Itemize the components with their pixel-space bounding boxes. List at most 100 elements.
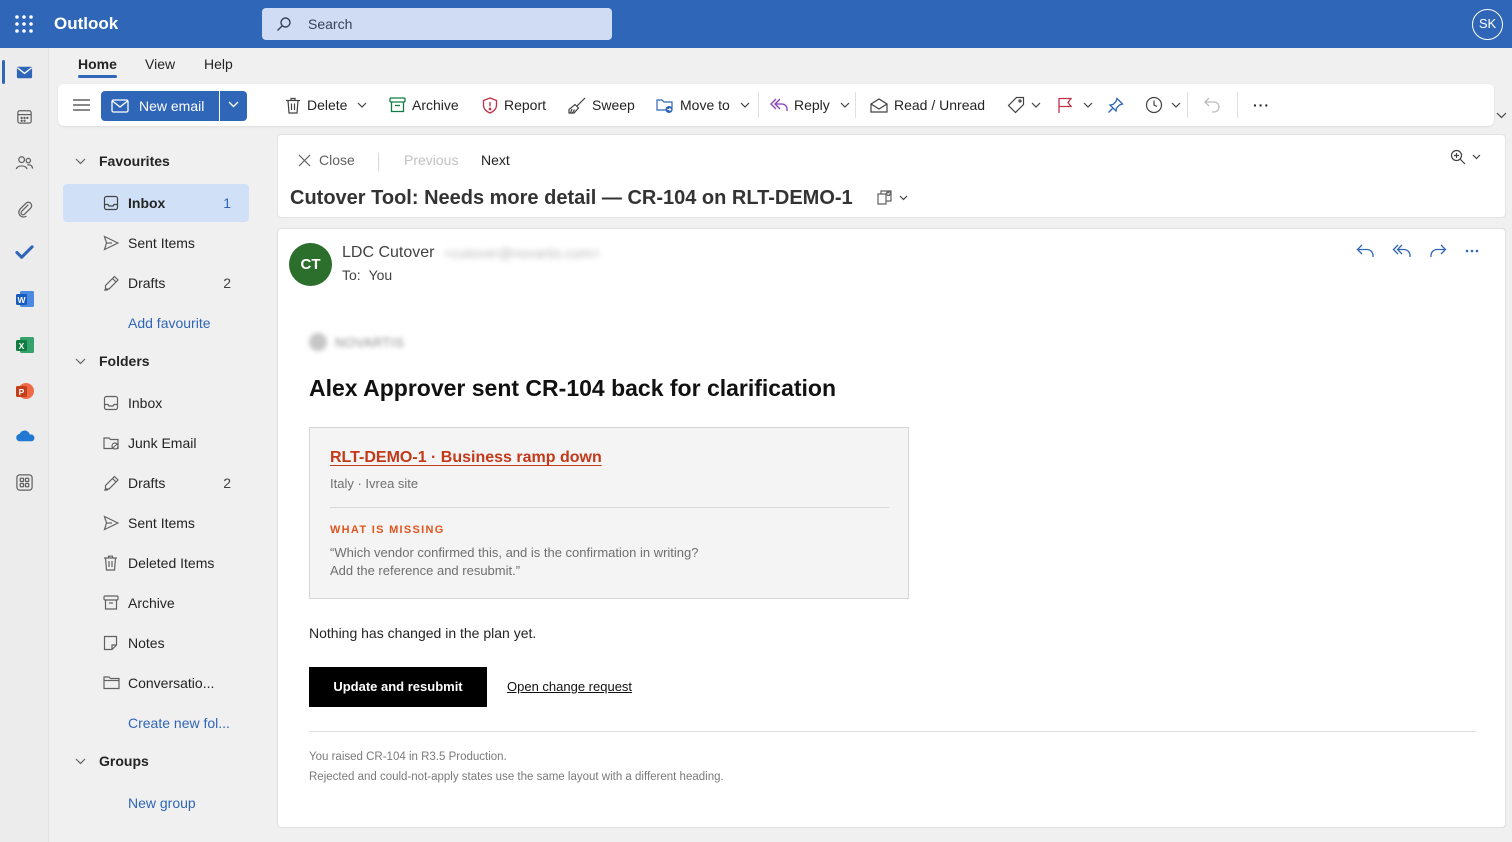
calendar-app-icon[interactable] [0, 96, 49, 136]
app-launcher-icon[interactable] [14, 14, 34, 34]
folder-label: Drafts [128, 275, 166, 291]
label-icon [877, 190, 892, 205]
previous-button[interactable]: Previous [404, 152, 458, 168]
folder-conversation-history[interactable]: Conversatio... [63, 664, 249, 702]
chevron-down-icon [1171, 102, 1181, 108]
collapse-pane-button[interactable] [73, 84, 90, 126]
update-and-resubmit-button[interactable]: Update and resubmit [309, 667, 487, 707]
reply-all-icon[interactable] [1392, 243, 1412, 259]
folder-notes[interactable]: Notes [63, 624, 249, 662]
sweep-button[interactable]: Sweep [568, 84, 635, 126]
more-actions-icon[interactable] [1464, 243, 1480, 259]
ribbon-divider [1187, 92, 1188, 118]
snooze-button[interactable] [1145, 84, 1181, 126]
report-button[interactable]: Report [482, 84, 546, 126]
archive-icon [389, 97, 406, 113]
new-email-button[interactable]: New email [101, 91, 219, 121]
chevron-down-icon [75, 758, 86, 764]
footer-line: Rejected and could-not-apply states use … [309, 771, 724, 783]
search-placeholder: Search [308, 16, 353, 32]
reply-button[interactable]: Reply [770, 84, 850, 126]
folder-label: Drafts [128, 475, 166, 491]
undo-button[interactable] [1204, 84, 1221, 126]
folder-inbox[interactable]: Inbox [63, 384, 249, 422]
label-button[interactable] [876, 189, 908, 206]
ribbon-divider [1237, 92, 1238, 118]
tab-view[interactable]: View [145, 56, 175, 72]
search-box[interactable]: Search [262, 8, 612, 40]
zoom-button[interactable] [1450, 149, 1481, 165]
app-title[interactable]: Outlook [54, 14, 118, 34]
create-new-folder-link[interactable]: Create new fol... [128, 715, 230, 731]
folder-drafts[interactable]: Drafts 2 [63, 464, 249, 502]
read-unread-button[interactable]: Read / Unread [870, 84, 985, 126]
reply-icon[interactable] [1356, 243, 1376, 259]
reply-all-icon [770, 98, 788, 112]
archive-button[interactable]: Archive [389, 84, 459, 126]
nav-divider [378, 153, 379, 171]
chevron-down-icon [840, 102, 850, 108]
categorize-button[interactable] [1007, 84, 1041, 126]
new-group-link[interactable]: New group [128, 795, 196, 811]
favourites-header[interactable]: Favourites [75, 153, 170, 169]
delete-button[interactable]: Delete [285, 84, 367, 126]
close-button[interactable]: Close [298, 152, 355, 168]
groups-heading: Groups [99, 753, 149, 769]
mail-app-icon[interactable] [0, 52, 49, 92]
excel-app-icon[interactable]: X [0, 324, 49, 364]
sender-name[interactable]: LDC Cutover [342, 244, 434, 262]
folder-label: Conversatio... [128, 675, 215, 691]
folder-sent-items[interactable]: Sent Items [63, 504, 249, 542]
word-app-icon[interactable]: W [0, 278, 49, 318]
folder-label: Deleted Items [128, 555, 215, 571]
folder-junk-email[interactable]: Junk Email [63, 424, 249, 462]
missing-quote-line: “Which vendor confirmed this, and is the… [330, 545, 699, 560]
command-ribbon: New email Delete Archive Report Sweep Mo… [58, 84, 1494, 126]
location-text: Italy · Ivrea site [330, 476, 419, 491]
tag-icon [1007, 96, 1025, 114]
powerpoint-app-icon[interactable]: P [0, 370, 49, 410]
onedrive-app-icon[interactable] [0, 416, 49, 456]
favourite-inbox[interactable]: Inbox 1 [63, 184, 249, 222]
user-avatar[interactable]: SK [1472, 9, 1503, 40]
message-card: CT LDC Cutover <cutover@novartis.com> To… [277, 228, 1506, 828]
trash-icon [103, 555, 118, 571]
footer-line: You raised CR-104 in R3.5 Production. [309, 751, 507, 763]
missing-quote: “Which vendor confirmed this, and is the… [330, 544, 890, 580]
attachments-app-icon[interactable] [0, 188, 49, 228]
favourite-drafts[interactable]: Drafts 2 [63, 264, 249, 302]
folder-archive[interactable]: Archive [63, 584, 249, 622]
more-apps-icon[interactable] [0, 462, 49, 502]
pin-button[interactable] [1107, 84, 1124, 126]
svg-text:X: X [19, 341, 25, 351]
chevron-down-icon [899, 195, 908, 200]
ribbon-expand-icon[interactable] [1496, 112, 1507, 119]
add-favourite-link[interactable]: Add favourite [128, 315, 211, 331]
next-button[interactable]: Next [481, 152, 510, 168]
chevron-down-icon [740, 102, 750, 108]
forward-icon[interactable] [1428, 243, 1448, 259]
favourite-sent-items[interactable]: Sent Items [63, 224, 249, 262]
open-change-request-link[interactable]: Open change request [507, 679, 632, 694]
chevron-down-icon [1031, 102, 1041, 108]
chevron-down-icon [75, 358, 86, 364]
zoom-in-icon [1450, 149, 1466, 165]
tab-help[interactable]: Help [204, 56, 233, 72]
email-headline: Alex Approver sent CR-104 back for clari… [309, 375, 837, 401]
reply-label: Reply [794, 97, 830, 113]
plan-status-text: Nothing has changed in the plan yet. [309, 625, 537, 641]
recipient-name[interactable]: You [369, 267, 393, 283]
new-email-dropdown[interactable] [220, 91, 247, 121]
people-app-icon[interactable] [0, 142, 49, 182]
tab-home[interactable]: Home [78, 56, 117, 78]
change-request-title-link[interactable]: RLT-DEMO-1 · Business ramp down [330, 449, 602, 467]
folder-deleted-items[interactable]: Deleted Items [63, 544, 249, 582]
more-options-button[interactable]: ··· [1253, 84, 1270, 126]
flag-button[interactable] [1057, 84, 1093, 126]
todo-app-icon[interactable] [0, 232, 49, 272]
groups-header[interactable]: Groups [75, 753, 149, 769]
move-to-button[interactable]: Move to [656, 84, 750, 126]
item-count: 2 [223, 475, 231, 491]
folders-header[interactable]: Folders [75, 353, 150, 369]
sender-avatar[interactable]: CT [289, 243, 332, 286]
